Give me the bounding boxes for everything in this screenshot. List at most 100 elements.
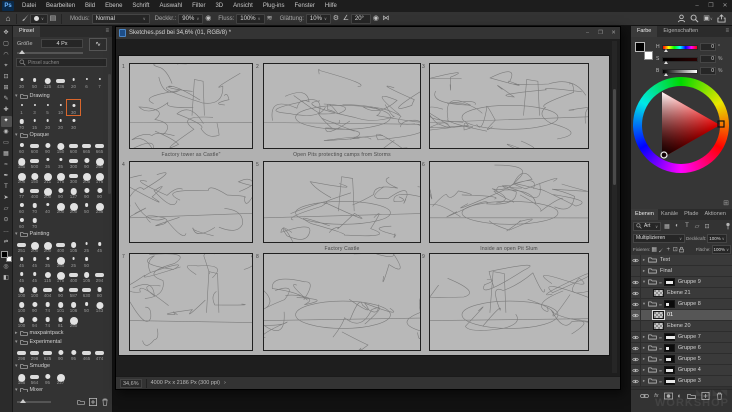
document-window[interactable]: Sketches.psd bei 34,6% (01, RGB/8) * – ❐… [115, 26, 621, 390]
brush-preset[interactable]: 474 [93, 346, 106, 361]
smoothing-select[interactable]: 10% ∨ [305, 13, 331, 24]
layer-opacity-select[interactable]: 100% ∨ [707, 233, 727, 243]
brush-preset[interactable]: 70 [15, 115, 28, 130]
brush-preset[interactable]: 115 [41, 268, 54, 283]
home-icon[interactable]: ⌂ [3, 14, 13, 24]
tool-healing[interactable]: ✚ [1, 105, 12, 116]
brush-preset[interactable]: 630 [80, 283, 93, 298]
pressure-opacity-icon[interactable]: ◉ [203, 14, 213, 24]
layer-row-gruppe-5[interactable]: ▸ ∞ Gruppe 5 [631, 354, 732, 365]
doc-restore-button[interactable]: ❐ [594, 27, 607, 39]
brush-preset[interactable]: 436 [54, 74, 67, 89]
brush-preset[interactable]: 20 [54, 115, 67, 130]
slider-value[interactable]: 0 [700, 43, 716, 51]
brush-preset[interactable]: 90 [54, 283, 67, 298]
visibility-toggle[interactable] [631, 277, 641, 287]
expand-arrow[interactable]: ▸ [641, 345, 647, 351]
workspace-icon[interactable]: ▣∨ [703, 14, 713, 24]
mode-select[interactable]: Normal ∨ [91, 13, 150, 24]
brush-preset[interactable]: 50 [80, 253, 93, 268]
layer-row-gruppe-7[interactable]: ▸ ∞ Gruppe 7 [631, 332, 732, 343]
foreground-color-swatch[interactable] [635, 42, 645, 52]
angle-field[interactable]: 20° [350, 13, 371, 24]
layer-row-01[interactable]: 01 [631, 310, 732, 321]
visibility-toggle[interactable] [631, 310, 641, 320]
layer-row-text[interactable]: ▸ Text [631, 255, 732, 266]
brush-preset[interactable]: 400 [67, 268, 80, 283]
brush-folder-maxpaintpack[interactable]: ▸ maxpaintpack [15, 328, 109, 337]
menu-schrift[interactable]: Schrift [127, 0, 154, 12]
tool-eraser[interactable]: ▭ [1, 138, 12, 149]
brush-preset[interactable]: 211 [41, 169, 54, 184]
quick-mask-icon[interactable]: ◎ [1, 262, 12, 273]
brush-preset[interactable]: 90 [80, 184, 93, 199]
brush-preset[interactable]: 175 [54, 169, 67, 184]
symmetry-icon[interactable]: ⋈ [381, 14, 391, 24]
brush-preset[interactable]: 155 [15, 154, 28, 169]
brush-preset-picker[interactable]: ∨ [30, 13, 48, 24]
layer-row-gruppe-6[interactable]: ▸ ∞ Gruppe 6 [631, 343, 732, 354]
flow-select[interactable]: 100% ∨ [236, 13, 265, 24]
layer-mask-thumbnail[interactable] [663, 366, 675, 374]
brush-preset[interactable]: 90 [54, 346, 67, 361]
brush-preset[interactable]: 45 [15, 253, 28, 268]
brush-preset[interactable]: 294 [93, 268, 106, 283]
slider-track[interactable] [662, 56, 698, 64]
layer-row-gruppe-8[interactable]: ▾ ∞ Gruppe 8 [631, 299, 732, 310]
menu-hilfe[interactable]: Hilfe [320, 0, 342, 12]
brush-preset[interactable]: 105 [67, 238, 80, 253]
smoothing-gear-icon[interactable]: ⚙ [331, 14, 341, 24]
brush-preset[interactable]: 105 [80, 268, 93, 283]
airbrush-icon[interactable]: ≋ [265, 14, 275, 24]
share-icon[interactable] [717, 14, 726, 23]
tool-marquee[interactable]: ▢ [1, 39, 12, 50]
brush-preset[interactable]: 45 [28, 268, 41, 283]
brush-folder-experimental[interactable]: ▾ Experimental [15, 337, 109, 346]
brush-preset[interactable]: 300 [67, 154, 80, 169]
brush-preset[interactable]: 404 [41, 283, 54, 298]
trash-icon[interactable] [715, 392, 724, 400]
menu-ansicht[interactable]: Ansicht [228, 0, 258, 12]
tab-pfade[interactable]: Pfade [681, 209, 701, 220]
expand-arrow[interactable]: ▸ [641, 356, 647, 362]
brush-preset[interactable]: 205 [80, 169, 93, 184]
mask-link-icon[interactable]: ∞ [659, 379, 662, 384]
brush-preset[interactable]: 300 [67, 169, 80, 184]
brush-preset[interactable]: 587 [67, 283, 80, 298]
layer-mask-thumbnail[interactable] [663, 377, 675, 385]
brush-folder-painting[interactable]: ▾ Painting [15, 229, 109, 238]
folder-icon[interactable] [687, 392, 696, 400]
mask-link-icon[interactable]: ∞ [659, 280, 662, 285]
brush-preset[interactable]: 80 [93, 283, 106, 298]
layer-fill-select[interactable]: 100% ∨ [711, 245, 731, 254]
layer-row-gruppe-4[interactable]: ▸ ∞ Gruppe 4 [631, 365, 732, 376]
visibility-toggle[interactable] [631, 299, 641, 309]
brush-preset[interactable]: 77 [15, 184, 28, 199]
brush-stroke-preview-toggle[interactable]: ∿ [89, 38, 107, 51]
brush-preset[interactable]: 81 [54, 313, 67, 328]
lock-all-icon[interactable] [679, 246, 684, 253]
brush-size-slider[interactable] [17, 50, 83, 54]
filter-type-select[interactable]: Art ∨ [633, 221, 661, 231]
brush-preset[interactable]: 200 [28, 238, 41, 253]
canvas[interactable]: 1 Factory tower as Castle" 2 Open Pits prot… [119, 56, 609, 355]
brush-preset[interactable]: 251 [15, 238, 28, 253]
slider-value[interactable]: 0 [700, 67, 716, 75]
filter-type-icon[interactable]: T [683, 223, 691, 229]
brush-preset[interactable]: 60 [15, 139, 28, 154]
brush-preset[interactable]: 20 [41, 115, 54, 130]
brush-preset[interactable]: 200 [67, 199, 80, 214]
brush-preset[interactable]: 30 [15, 74, 28, 89]
layer-row-ebene-21[interactable]: Ebene 21 [631, 288, 732, 299]
slider-track[interactable] [662, 68, 698, 76]
layer-thumbnail[interactable] [652, 310, 665, 320]
visibility-toggle[interactable] [631, 266, 641, 276]
brush-preset[interactable]: 150 [28, 169, 41, 184]
document-vertical-scrollbar[interactable] [612, 41, 617, 373]
new-brush-icon[interactable] [89, 393, 97, 411]
brush-preset[interactable]: 74 [41, 298, 54, 313]
search-icon[interactable] [690, 14, 699, 23]
brush-preset[interactable]: 200 [54, 199, 67, 214]
visibility-toggle[interactable] [631, 354, 641, 364]
lock-position-icon[interactable]: + [665, 247, 671, 253]
